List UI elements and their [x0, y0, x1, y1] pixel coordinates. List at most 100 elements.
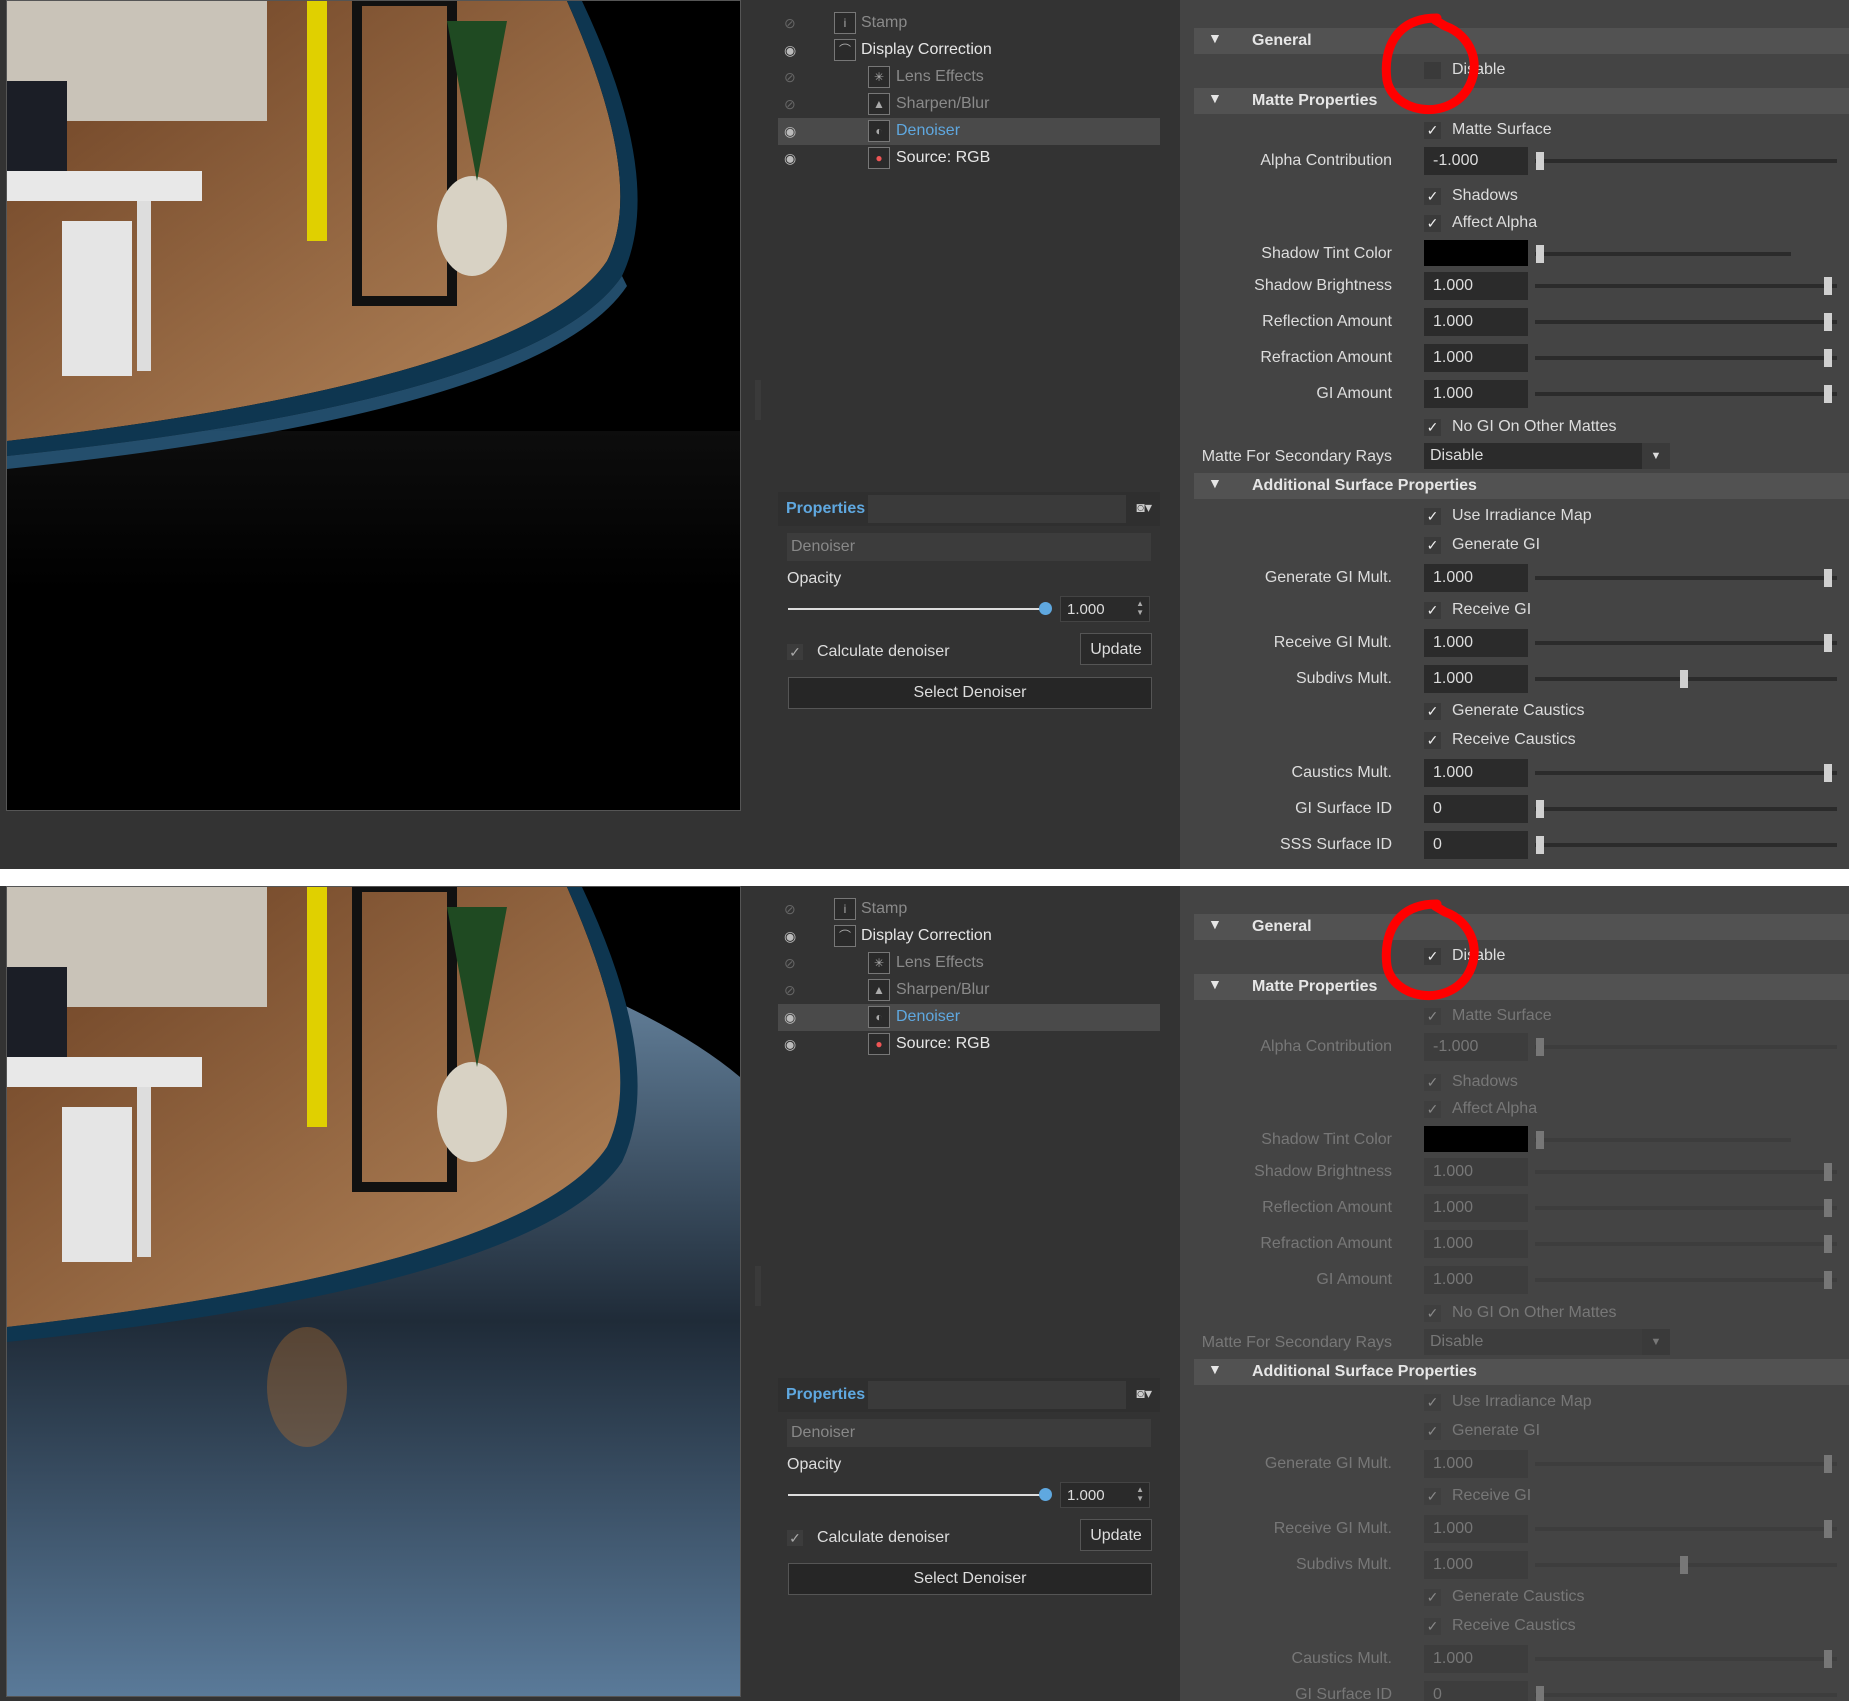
collapse-triangle-icon[interactable]: ▼	[1208, 976, 1222, 992]
slider-knob[interactable]	[1824, 277, 1832, 295]
layer-stamp[interactable]: ⊘ i Stamp	[778, 10, 1160, 37]
affect-alpha-checkbox[interactable]: ✓	[1424, 215, 1441, 232]
layer-name-field[interactable]: Denoiser	[787, 533, 1151, 561]
layer-sharpen-blur[interactable]: ⊘ ▲ Sharpen/Blur	[778, 977, 1160, 1004]
eye-hidden-icon[interactable]: ⊘	[784, 901, 804, 917]
slider-knob[interactable]	[1824, 569, 1832, 587]
reflection-amount-field[interactable]: 1.000	[1424, 308, 1528, 336]
view-options-icon[interactable]: ◙▾	[1137, 1385, 1152, 1402]
slider-knob[interactable]	[1536, 152, 1544, 170]
section-matte-properties[interactable]: ▼ Matte Properties	[1194, 974, 1849, 1000]
eye-icon[interactable]: ◉	[784, 1036, 804, 1052]
view-options-icon[interactable]: ◙▾	[1137, 499, 1152, 516]
shadow-tint-slider[interactable]	[1535, 252, 1791, 256]
alpha-contribution-field[interactable]: -1.000	[1424, 147, 1528, 175]
slider-knob[interactable]	[1536, 245, 1544, 263]
sss-surface-id-slider[interactable]	[1535, 843, 1837, 847]
opacity-slider[interactable]	[788, 1494, 1045, 1496]
slider-knob[interactable]	[1824, 764, 1832, 782]
generate-gi-mult-slider[interactable]	[1535, 576, 1837, 580]
slider-knob[interactable]	[1536, 836, 1544, 854]
reflection-amount-slider[interactable]	[1535, 320, 1837, 324]
refraction-amount-slider[interactable]	[1535, 356, 1837, 360]
update-button[interactable]: Update	[1080, 633, 1152, 665]
sss-surface-id-field[interactable]: 0	[1424, 831, 1528, 859]
receive-gi-mult-slider[interactable]	[1535, 641, 1837, 645]
no-gi-checkbox[interactable]: ✓	[1424, 419, 1441, 436]
caustics-mult-slider[interactable]	[1535, 771, 1837, 775]
secondary-rays-dropdown[interactable]: Disable ▼	[1424, 443, 1670, 469]
chevron-down-icon[interactable]: ▼	[1642, 443, 1670, 469]
eye-icon[interactable]: ◉	[784, 42, 804, 58]
layer-denoiser[interactable]: ◉ ◐ Denoiser	[778, 1004, 1160, 1031]
receive-gi-checkbox[interactable]: ✓	[1424, 602, 1441, 619]
slider-knob[interactable]	[1824, 313, 1832, 331]
refraction-amount-field[interactable]: 1.000	[1424, 344, 1528, 372]
shadows-checkbox[interactable]: ✓	[1424, 188, 1441, 205]
slider-knob[interactable]	[1824, 634, 1832, 652]
layer-lens-effects[interactable]: ⊘ ✳ Lens Effects	[778, 950, 1160, 977]
section-additional-surface[interactable]: ▼ Additional Surface Properties	[1194, 1359, 1849, 1385]
viewport-splitter[interactable]	[755, 1266, 761, 1306]
select-denoiser-button[interactable]: Select Denoiser	[788, 677, 1152, 709]
opacity-slider[interactable]	[788, 608, 1045, 610]
collapse-triangle-icon[interactable]: ▼	[1208, 90, 1222, 106]
opacity-spinbox[interactable]: 1.000 ▲ ▼	[1060, 596, 1150, 622]
gi-surface-id-slider[interactable]	[1535, 807, 1837, 811]
caustics-mult-field[interactable]: 1.000	[1424, 759, 1528, 787]
alpha-contribution-slider[interactable]	[1535, 159, 1837, 163]
shadow-tint-swatch[interactable]	[1424, 240, 1528, 266]
slider-knob[interactable]	[1824, 349, 1832, 367]
eye-icon[interactable]: ◉	[784, 928, 804, 944]
eye-icon[interactable]: ◉	[784, 150, 804, 166]
generate-gi-mult-field[interactable]: 1.000	[1424, 564, 1528, 592]
opacity-slider-knob[interactable]	[1039, 1488, 1052, 1501]
section-general[interactable]: ▼ General	[1194, 914, 1849, 940]
gi-amount-slider[interactable]	[1535, 392, 1837, 396]
receive-caustics-checkbox[interactable]: ✓	[1424, 732, 1441, 749]
update-button[interactable]: Update	[1080, 1519, 1152, 1551]
eye-hidden-icon[interactable]: ⊘	[784, 982, 804, 998]
viewport-splitter[interactable]	[755, 380, 761, 420]
layer-lens-effects[interactable]: ⊘ ✳ Lens Effects	[778, 64, 1160, 91]
gi-amount-field[interactable]: 1.000	[1424, 380, 1528, 408]
section-matte-properties[interactable]: ▼ Matte Properties	[1194, 88, 1849, 114]
calculate-denoiser-checkbox[interactable]: ✓ Calculate denoiser	[787, 1529, 950, 1547]
eye-hidden-icon[interactable]: ⊘	[784, 96, 804, 112]
opacity-slider-knob[interactable]	[1039, 602, 1052, 615]
spin-arrows-icon[interactable]: ▲ ▼	[1136, 599, 1144, 617]
opacity-spinbox[interactable]: 1.000 ▲ ▼	[1060, 1482, 1150, 1508]
eye-hidden-icon[interactable]: ⊘	[784, 15, 804, 31]
slider-knob[interactable]	[1536, 800, 1544, 818]
collapse-triangle-icon[interactable]: ▼	[1208, 30, 1222, 46]
properties-filter-field[interactable]	[868, 1381, 1126, 1409]
collapse-triangle-icon[interactable]: ▼	[1208, 916, 1222, 932]
layer-name-field[interactable]: Denoiser	[787, 1419, 1151, 1447]
layer-source-rgb[interactable]: ◉ ● Source: RGB	[778, 1031, 1160, 1058]
layer-denoiser[interactable]: ◉ ◐ Denoiser	[778, 118, 1160, 145]
gi-surface-id-field[interactable]: 0	[1424, 795, 1528, 823]
layer-display-correction[interactable]: ◉ ⌒ Display Correction	[778, 923, 1160, 950]
section-general[interactable]: ▼ General	[1194, 28, 1849, 54]
eye-icon[interactable]: ◉	[784, 1009, 804, 1025]
eye-hidden-icon[interactable]: ⊘	[784, 69, 804, 85]
shadow-brightness-field[interactable]: 1.000	[1424, 272, 1528, 300]
properties-filter-field[interactable]	[868, 495, 1126, 523]
layer-display-correction[interactable]: ◉ ⌒ Display Correction	[778, 37, 1160, 64]
receive-gi-mult-field[interactable]: 1.000	[1424, 629, 1528, 657]
slider-knob[interactable]	[1680, 670, 1688, 688]
eye-icon[interactable]: ◉	[784, 123, 804, 139]
subdivs-mult-field[interactable]: 1.000	[1424, 665, 1528, 693]
generate-gi-checkbox[interactable]: ✓	[1424, 537, 1441, 554]
generate-caustics-checkbox[interactable]: ✓	[1424, 703, 1441, 720]
layer-stamp[interactable]: ⊘ i Stamp	[778, 896, 1160, 923]
eye-hidden-icon[interactable]: ⊘	[784, 955, 804, 971]
layer-sharpen-blur[interactable]: ⊘ ▲ Sharpen/Blur	[778, 91, 1160, 118]
layer-source-rgb[interactable]: ◉ ● Source: RGB	[778, 145, 1160, 172]
collapse-triangle-icon[interactable]: ▼	[1208, 1361, 1222, 1377]
calculate-denoiser-checkbox[interactable]: ✓ Calculate denoiser	[787, 643, 950, 661]
select-denoiser-button[interactable]: Select Denoiser	[788, 1563, 1152, 1595]
spin-arrows-icon[interactable]: ▲ ▼	[1136, 1485, 1144, 1503]
collapse-triangle-icon[interactable]: ▼	[1208, 475, 1222, 491]
section-additional-surface[interactable]: ▼ Additional Surface Properties	[1194, 473, 1849, 499]
